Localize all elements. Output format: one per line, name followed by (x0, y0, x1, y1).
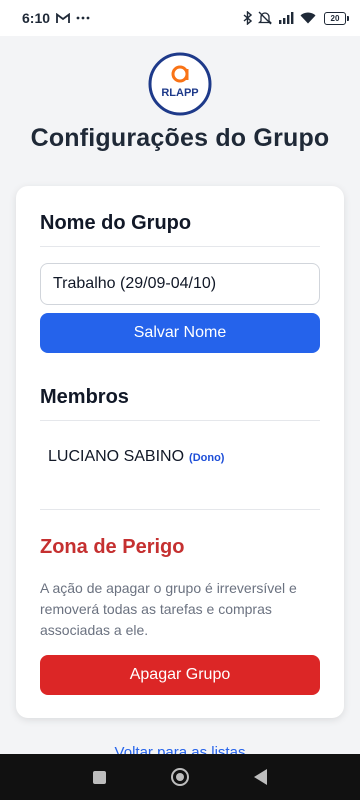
status-bar: 6:10 20 (0, 0, 360, 36)
save-name-button[interactable]: Salvar Nome (40, 313, 320, 353)
divider (40, 420, 320, 421)
page-content: RLAPP Configurações do Grupo Nome do Gru… (0, 36, 360, 754)
danger-zone-heading: Zona de Perigo (40, 536, 185, 558)
group-name-heading: Nome do Grupo (40, 212, 192, 234)
member-name: LUCIANO SABINO (48, 448, 185, 465)
gmail-icon (56, 12, 70, 24)
status-time: 6:10 (22, 10, 51, 26)
home-icon[interactable] (170, 768, 189, 786)
settings-card: Nome do Grupo Salvar Nome Membros LUCIAN… (16, 186, 344, 718)
member-item: LUCIANO SABINO (Dono) (48, 448, 224, 466)
divider (40, 246, 320, 247)
back-to-lists-link[interactable]: Voltar para as listas (0, 744, 360, 754)
status-left: 6:10 (22, 10, 90, 26)
group-name-input[interactable] (40, 263, 320, 305)
back-icon[interactable] (254, 769, 268, 785)
divider (40, 509, 320, 510)
status-right: 20 (243, 11, 349, 25)
member-role-badge: (Dono) (189, 452, 225, 464)
app-logo: RLAPP (148, 52, 212, 116)
battery-icon: 20 (324, 11, 349, 25)
svg-text:RLAPP: RLAPP (161, 87, 198, 99)
system-nav-bar (0, 754, 360, 800)
delete-group-button[interactable]: Apagar Grupo (40, 655, 320, 695)
bluetooth-icon (243, 11, 252, 25)
danger-zone-description: A ação de apagar o grupo é irreversível … (40, 580, 297, 638)
members-heading: Membros (40, 386, 129, 408)
more-notifications-icon (76, 16, 90, 20)
wifi-icon (300, 12, 316, 24)
recents-icon[interactable] (92, 770, 106, 784)
page-title: Configurações do Grupo (30, 124, 330, 152)
signal-icon (278, 12, 294, 24)
mute-icon (258, 11, 272, 25)
